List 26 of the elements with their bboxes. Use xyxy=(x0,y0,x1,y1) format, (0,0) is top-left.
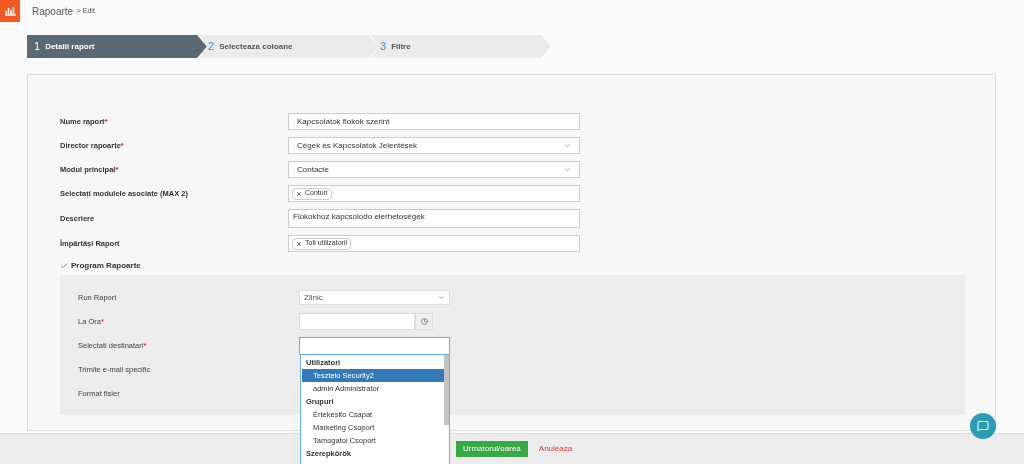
cancel-link[interactable]: Anuleaza xyxy=(538,443,573,455)
caret-icon xyxy=(438,294,445,301)
select-field[interactable]: Cégek és Kapcsolatok Jelentések xyxy=(288,137,580,154)
time-field[interactable] xyxy=(299,313,415,330)
chat-icon xyxy=(977,420,989,432)
schedule-checkbox[interactable] xyxy=(60,262,68,270)
wizard-step[interactable]: 1 Detalii raport xyxy=(27,35,207,58)
recipient-field[interactable] xyxy=(299,336,450,355)
app-logo[interactable] xyxy=(0,0,20,22)
schedule-label: Program Rapoarte xyxy=(71,260,141,272)
text-field[interactable]: Kapcsolatok fiokok szerint xyxy=(288,113,580,130)
bar-chart-icon xyxy=(3,6,17,16)
scrollbar[interactable] xyxy=(444,355,449,425)
caret-icon xyxy=(564,142,571,149)
select-field[interactable]: Contacte xyxy=(288,161,580,178)
close-icon[interactable] xyxy=(296,190,302,197)
clock-icon xyxy=(420,318,428,325)
clock-button[interactable] xyxy=(415,313,433,330)
wizard-step[interactable]: 3 Filtre xyxy=(371,35,551,58)
breadcrumb-separator: > xyxy=(76,5,81,17)
caret-icon xyxy=(564,166,571,173)
description-field[interactable]: Fiokokhoz kapcsolodo elerhetoségek xyxy=(288,209,580,228)
breadcrumb-link[interactable]: Rapoarte xyxy=(32,3,74,19)
wizard-step[interactable]: 2 Selecteaza coloane xyxy=(199,35,379,58)
select-field[interactable]: Zilnic xyxy=(299,290,450,305)
close-icon[interactable] xyxy=(296,240,302,247)
